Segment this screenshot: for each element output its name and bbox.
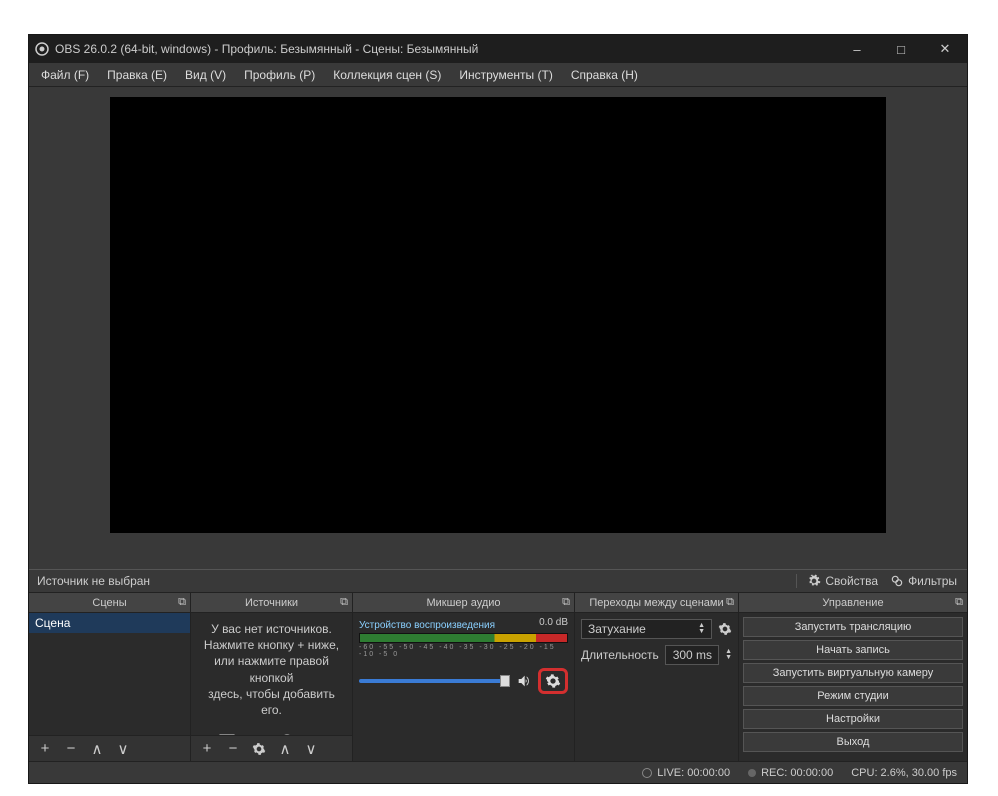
settings-button[interactable]: Настройки bbox=[743, 709, 963, 729]
remove-source-button[interactable]: − bbox=[221, 738, 245, 760]
minimize-button[interactable]: – bbox=[835, 35, 879, 63]
menu-help[interactable]: Справка (H) bbox=[563, 66, 646, 84]
duration-label: Длительность bbox=[581, 648, 659, 662]
docks: Сцены ⧉ Сцена + − ∧ ∨ Источники ⧉ У вас не… bbox=[29, 593, 967, 761]
scene-down-button[interactable]: ∨ bbox=[111, 738, 135, 760]
transitions-dock: Переходы между сценами⧉ Затухание ▲▼ Дли… bbox=[575, 593, 739, 761]
spinner-buttons[interactable]: ▲▼ bbox=[725, 649, 732, 661]
menu-edit[interactable]: Правка (E) bbox=[99, 66, 175, 84]
image-icon bbox=[216, 732, 238, 735]
menu-profile[interactable]: Профиль (P) bbox=[236, 66, 323, 84]
start-vcam-button[interactable]: Запустить виртуальную камеру bbox=[743, 663, 963, 683]
camera-icon bbox=[306, 732, 328, 735]
globe-icon bbox=[276, 732, 298, 735]
chevron-updown-icon: ▲▼ bbox=[698, 623, 705, 635]
source-up-button[interactable]: ∧ bbox=[273, 738, 297, 760]
source-settings-button[interactable] bbox=[247, 738, 271, 760]
audio-meter bbox=[359, 633, 568, 643]
menu-scene-collection[interactable]: Коллекция сцен (S) bbox=[325, 66, 449, 84]
display-icon bbox=[246, 732, 268, 735]
app-window: OBS 26.0.2 (64-bit, windows) - Профиль: … bbox=[28, 34, 968, 784]
remove-scene-button[interactable]: − bbox=[59, 738, 83, 760]
sources-empty-message: У вас нет источников. Нажмите кнопку + н… bbox=[191, 613, 352, 726]
gear-icon bbox=[807, 574, 821, 588]
mixer-settings-highlight bbox=[538, 668, 568, 694]
sources-dock: Источники ⧉ У вас нет источников. Нажмите… bbox=[191, 593, 353, 761]
preview-area bbox=[29, 87, 967, 569]
start-stream-button[interactable]: Запустить трансляцию bbox=[743, 617, 963, 637]
scene-item[interactable]: Сцена bbox=[29, 613, 190, 633]
duration-input[interactable]: 300 ms bbox=[665, 645, 719, 665]
filters-button[interactable]: Фильтры bbox=[890, 574, 957, 588]
mixer-device-label: Устройство воспроизведения bbox=[359, 620, 495, 631]
transition-select[interactable]: Затухание ▲▼ bbox=[581, 619, 712, 639]
status-rec: REC: 00:00:00 bbox=[748, 767, 833, 779]
volume-slider[interactable] bbox=[359, 679, 510, 683]
meter-ticks: -60 -55 -50 -45 -40 -35 -30 -25 -20 -15 … bbox=[359, 644, 568, 658]
mixer-dock: Микшер аудио ⧉ Устройство воспроизведения… bbox=[353, 593, 575, 761]
popout-icon[interactable]: ⧉ bbox=[178, 596, 186, 609]
speaker-icon[interactable] bbox=[516, 673, 532, 689]
menu-view[interactable]: Вид (V) bbox=[177, 66, 234, 84]
exit-button[interactable]: Выход bbox=[743, 732, 963, 752]
controls-title: Управление bbox=[822, 597, 883, 609]
source-down-button[interactable]: ∨ bbox=[299, 738, 323, 760]
controls-dock: Управление ⧉ Запустить трансляцию Начать … bbox=[739, 593, 967, 761]
popout-icon[interactable]: ⧉ bbox=[340, 596, 348, 609]
broadcast-icon bbox=[642, 768, 652, 778]
menu-tools[interactable]: Инструменты (T) bbox=[451, 66, 560, 84]
mixer-settings-button[interactable] bbox=[545, 673, 561, 689]
start-record-button[interactable]: Начать запись bbox=[743, 640, 963, 660]
popout-icon[interactable]: ⧉ bbox=[562, 596, 570, 609]
no-source-label: Источник не выбран bbox=[29, 574, 796, 588]
mixer-db-value: 0.0 dB bbox=[539, 617, 568, 628]
preview-canvas[interactable] bbox=[110, 97, 886, 533]
menubar: Файл (F) Правка (E) Вид (V) Профиль (P) … bbox=[29, 63, 967, 87]
record-dot-icon bbox=[748, 769, 756, 777]
titlebar: OBS 26.0.2 (64-bit, windows) - Профиль: … bbox=[29, 35, 967, 63]
scene-up-button[interactable]: ∧ bbox=[85, 738, 109, 760]
source-toolbar: Источник не выбран Свойства Фильтры bbox=[29, 569, 967, 593]
mixer-title: Микшер аудио bbox=[426, 597, 500, 609]
status-live: LIVE: 00:00:00 bbox=[642, 767, 730, 779]
popout-icon[interactable]: ⧉ bbox=[955, 596, 963, 609]
statusbar: LIVE: 00:00:00 REC: 00:00:00 CPU: 2.6%, … bbox=[29, 761, 967, 783]
status-cpu: CPU: 2.6%, 30.00 fps bbox=[851, 767, 957, 779]
properties-button[interactable]: Свойства bbox=[807, 574, 878, 588]
sources-title: Источники bbox=[245, 597, 298, 609]
transitions-title: Переходы между сценами bbox=[589, 597, 723, 609]
add-source-button[interactable]: + bbox=[195, 738, 219, 760]
window-title: OBS 26.0.2 (64-bit, windows) - Профиль: … bbox=[55, 42, 835, 56]
app-icon bbox=[29, 41, 55, 57]
menu-file[interactable]: Файл (F) bbox=[33, 66, 97, 84]
transition-settings-button[interactable] bbox=[718, 622, 732, 636]
popout-icon[interactable]: ⧉ bbox=[726, 596, 734, 609]
maximize-button[interactable]: □ bbox=[879, 35, 923, 63]
add-scene-button[interactable]: + bbox=[33, 738, 57, 760]
scenes-title: Сцены bbox=[92, 597, 126, 609]
filters-icon bbox=[890, 574, 904, 588]
close-button[interactable]: ✕ bbox=[923, 35, 967, 63]
scenes-dock: Сцены ⧉ Сцена + − ∧ ∨ bbox=[29, 593, 191, 761]
studio-mode-button[interactable]: Режим студии bbox=[743, 686, 963, 706]
